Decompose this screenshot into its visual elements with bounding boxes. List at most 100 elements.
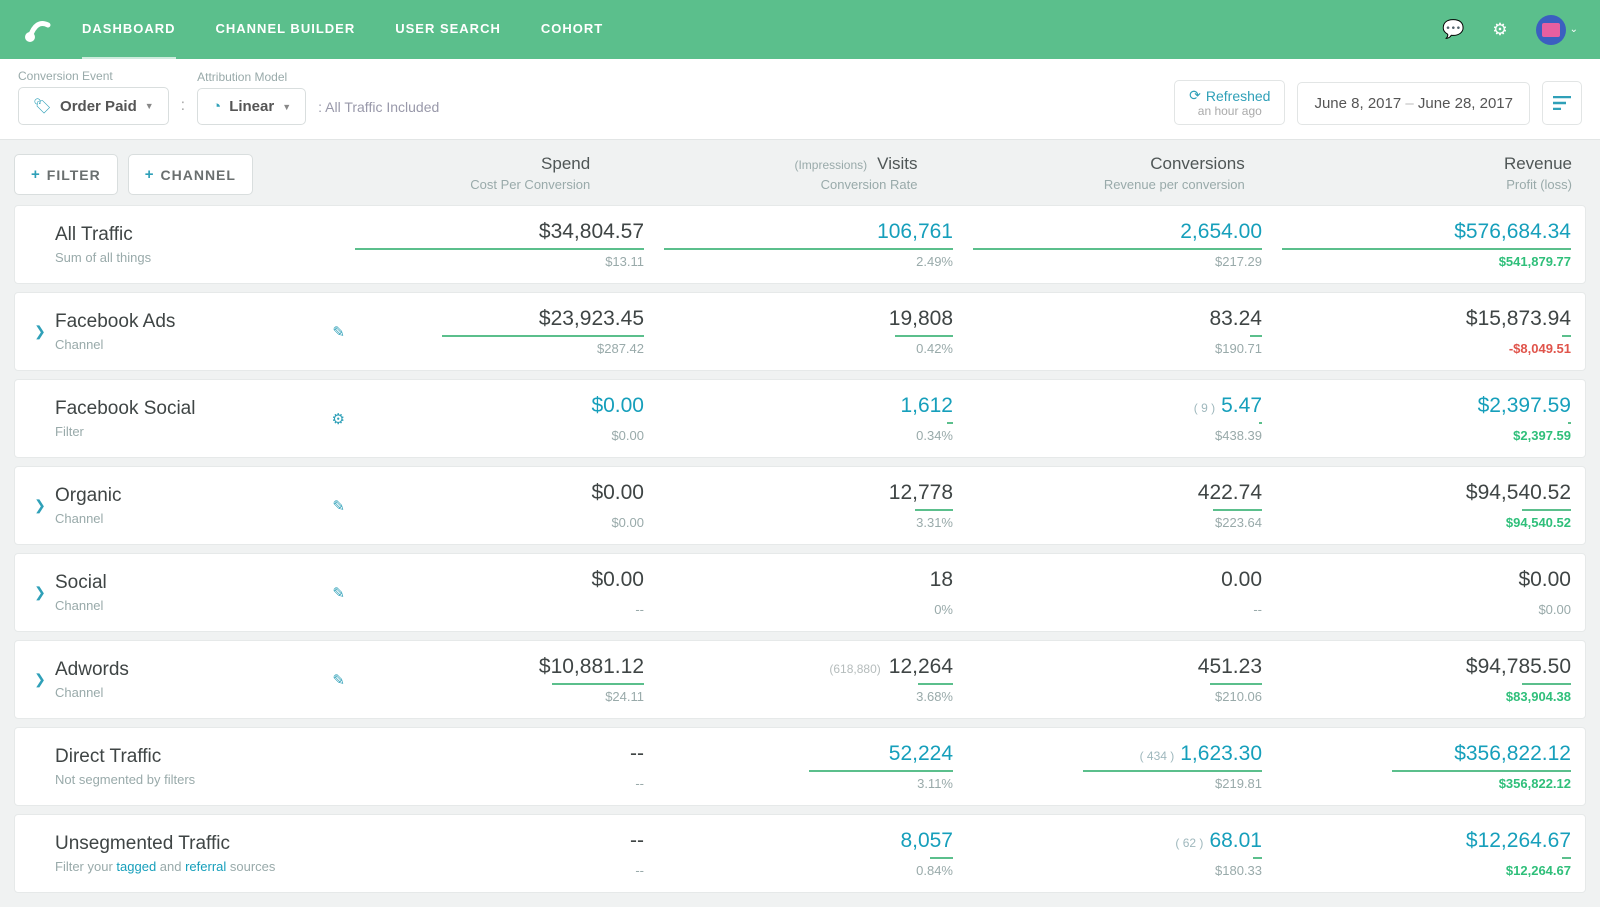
- metric-bar: [1568, 422, 1571, 424]
- metric-value: $576,684.34: [1282, 220, 1571, 244]
- metric-value: $10,881.12: [355, 655, 644, 679]
- separator: :: [181, 97, 185, 125]
- metric-value: 422.74: [973, 481, 1262, 505]
- tag-icon: 🏷: [33, 97, 52, 115]
- row-metrics: $0.00$0.0012,7783.31%422.74$223.64$94,54…: [355, 481, 1571, 530]
- metric-sub: 3.11%: [664, 776, 953, 791]
- metric-value: $0.00: [355, 481, 644, 505]
- conversion-event-label: Conversion Event: [18, 69, 169, 83]
- metric-rev: $2,397.59$2,397.59: [1282, 394, 1571, 443]
- add-channel-button[interactable]: +CHANNEL: [128, 154, 253, 195]
- metric-sub: --: [355, 602, 644, 617]
- user-menu[interactable]: ⌄: [1536, 15, 1578, 45]
- row-metrics: ----8,0570.84%( 62 )68.01$180.33$12,264.…: [355, 829, 1571, 878]
- metric-rev: $576,684.34$541,879.77: [1282, 220, 1571, 269]
- col-visits[interactable]: (Impressions)VisitsConversion Rate: [590, 154, 917, 192]
- content: + FILTER +CHANNEL SpendCost Per Conversio…: [0, 140, 1600, 907]
- logo-icon: [22, 15, 52, 45]
- sort-button[interactable]: [1542, 81, 1582, 125]
- row-name-cell: AdwordsChannel✎: [55, 659, 355, 700]
- pencil-icon[interactable]: ✎: [332, 671, 345, 689]
- row-title: Social: [55, 572, 107, 594]
- nav-channel-builder[interactable]: CHANNEL BUILDER: [216, 0, 356, 60]
- pie-icon: ◔: [212, 98, 221, 115]
- expand-chevron-icon[interactable]: ❯: [25, 323, 55, 340]
- refresh-button[interactable]: ⟳Refreshed an hour ago: [1174, 80, 1285, 125]
- metric-rev: $15,873.94-$8,049.51: [1282, 307, 1571, 356]
- nav-links: DASHBOARD CHANNEL BUILDER USER SEARCH COHOR…: [82, 0, 603, 60]
- metric-bar: [1250, 335, 1262, 337]
- metric-sub: $0.00: [1282, 602, 1571, 617]
- row-title: Facebook Ads: [55, 311, 175, 333]
- row-name-cell: Unsegmented Traffic Filter your tagged an…: [55, 833, 355, 874]
- attribution-model-select[interactable]: ◔ Linear ▼: [197, 88, 306, 125]
- conversion-event-value: Order Paid: [60, 98, 137, 115]
- metric-sub: 3.68%: [664, 689, 953, 704]
- expand-chevron-icon[interactable]: ❯: [25, 671, 55, 688]
- sort-icon: [1553, 96, 1571, 110]
- toolbar: + FILTER +CHANNEL SpendCost Per Conversio…: [14, 154, 1586, 195]
- metric-sub: $438.39: [973, 428, 1262, 443]
- row-title: Organic: [55, 485, 122, 507]
- pencil-icon[interactable]: ✎: [332, 323, 345, 341]
- metric-sub: 2.49%: [664, 254, 953, 269]
- row-title: Unsegmented Traffic: [55, 833, 275, 855]
- gear-icon[interactable]: ⚙: [1492, 20, 1507, 40]
- plus-icon: +: [31, 166, 41, 183]
- metric-conv: ( 62 )68.01$180.33: [973, 829, 1262, 878]
- metric-visits: 12,7783.31%: [664, 481, 953, 530]
- metric-conv: 451.23$210.06: [973, 655, 1262, 704]
- metric-sub: 0.84%: [664, 863, 953, 878]
- metric-bar: [1210, 683, 1262, 685]
- expand-chevron-icon[interactable]: ❯: [25, 497, 55, 514]
- nav-dashboard[interactable]: DASHBOARD: [82, 0, 176, 60]
- pencil-icon[interactable]: ✎: [332, 584, 345, 602]
- chat-icon[interactable]: 💬: [1442, 19, 1464, 40]
- metric-bar: [552, 683, 644, 685]
- metric-bar: [930, 857, 953, 859]
- gear-icon[interactable]: ⚙: [332, 410, 345, 428]
- table-row: ❯Facebook AdsChannel✎$23,923.45$287.4219…: [14, 292, 1586, 371]
- col-conversions[interactable]: ConversionsRevenue per conversion: [917, 154, 1244, 192]
- date-range-picker[interactable]: June 8, 2017 – June 28, 2017: [1297, 82, 1530, 125]
- metric-sub: $356,822.12: [1282, 776, 1571, 791]
- metric-sub: 0.42%: [664, 341, 953, 356]
- row-title: Direct Traffic: [55, 746, 195, 768]
- metric-visits: 1,6120.34%: [664, 394, 953, 443]
- nav-cohort[interactable]: COHORT: [541, 0, 603, 60]
- filter-btn-label: FILTER: [47, 167, 101, 183]
- nav-user-search[interactable]: USER SEARCH: [395, 0, 501, 60]
- col-spend[interactable]: SpendCost Per Conversion: [263, 154, 590, 192]
- metric-value: $12,264.67: [1282, 829, 1571, 853]
- metric-bar: [1253, 857, 1262, 859]
- metric-spend: $23,923.45$287.42: [355, 307, 644, 356]
- metric-sub: $223.64: [973, 515, 1262, 530]
- pencil-icon[interactable]: ✎: [332, 497, 345, 515]
- row-name-cell: SocialChannel✎: [55, 572, 355, 613]
- table-row: Facebook SocialFilter⚙$0.00$0.001,6120.3…: [14, 379, 1586, 458]
- metric-conv: 0.00--: [973, 568, 1262, 617]
- chevron-down-icon: ▼: [282, 102, 291, 112]
- metric-spend: $0.00$0.00: [355, 481, 644, 530]
- table-row: Unsegmented Traffic Filter your tagged an…: [14, 814, 1586, 893]
- metric-value: $34,804.57: [355, 220, 644, 244]
- expand-chevron-icon[interactable]: ❯: [25, 584, 55, 601]
- metric-value: 8,057: [664, 829, 953, 853]
- metric-conv: 422.74 $223.64: [973, 481, 1262, 530]
- metric-sub: 0.34%: [664, 428, 953, 443]
- metric-rev: $12,264.67$12,264.67: [1282, 829, 1571, 878]
- add-filter-button[interactable]: + FILTER: [14, 154, 118, 195]
- col-revenue[interactable]: RevenueProfit (loss): [1245, 154, 1572, 192]
- row-subtitle: Filter your tagged and referral sources: [55, 859, 275, 874]
- table-row: All TrafficSum of all things$34,804.57$1…: [14, 205, 1586, 284]
- row-metrics: $23,923.45$287.4219,8080.42%83.24$190.71…: [355, 307, 1571, 356]
- refreshed-ago: an hour ago: [1189, 104, 1270, 118]
- metric-bar: [442, 335, 644, 337]
- metric-sub: $13.11: [355, 254, 644, 269]
- metric-sub: -$8,049.51: [1282, 341, 1571, 356]
- metric-value: $0.00: [1282, 568, 1571, 592]
- metric-sub: 3.31%: [664, 515, 953, 530]
- metric-bar: [947, 422, 953, 424]
- column-headers: SpendCost Per Conversion (Impressions)Vi…: [263, 154, 1586, 192]
- conversion-event-select[interactable]: 🏷 Order Paid ▼: [18, 87, 169, 125]
